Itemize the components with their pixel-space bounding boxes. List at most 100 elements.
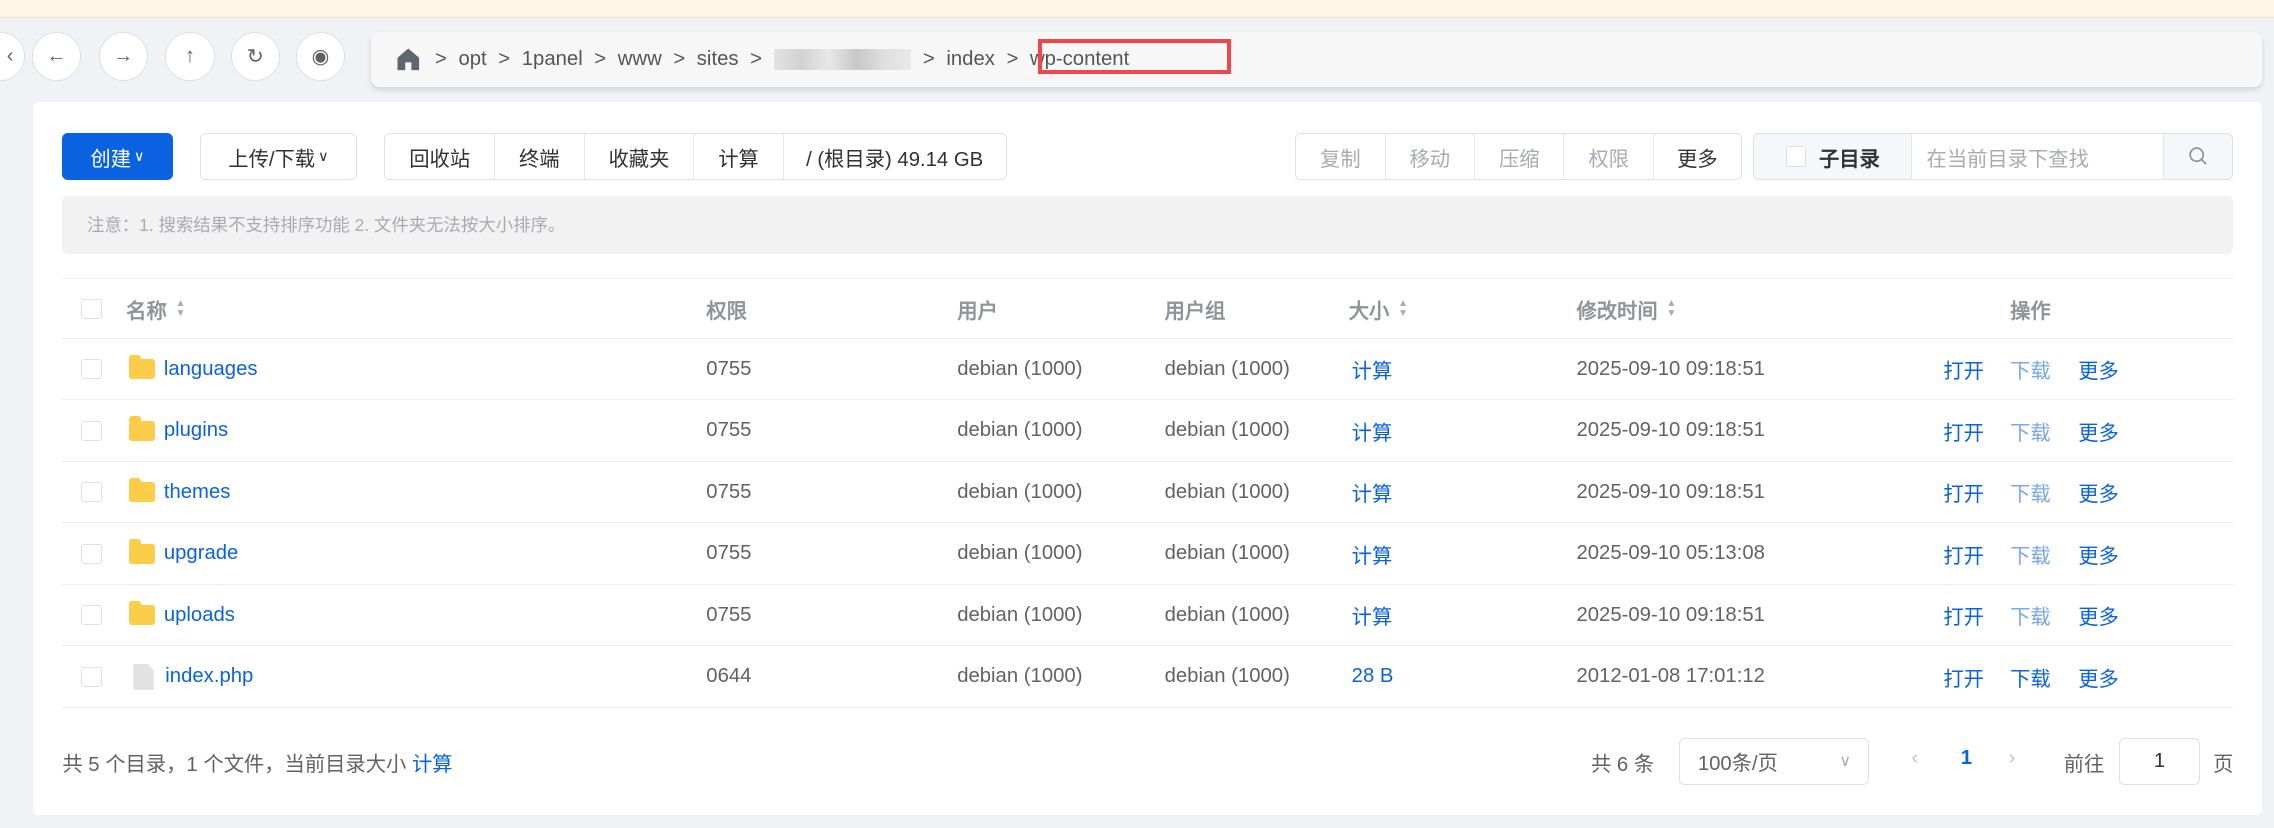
more-ops-button[interactable]: 更多 (2078, 647, 2119, 707)
download-button[interactable]: 下载 (2010, 585, 2051, 645)
recycle-bin-button[interactable]: 回收站 (385, 134, 496, 179)
file-name-link[interactable]: upgrade (164, 542, 239, 565)
create-button[interactable]: 创建 ∨ (62, 133, 173, 180)
forward-button[interactable]: → (98, 31, 148, 82)
move-button[interactable]: 移动 (1386, 134, 1476, 179)
breadcrumb-opt[interactable]: opt (458, 48, 486, 71)
download-button[interactable]: 下载 (2010, 524, 2051, 584)
more-ops-button[interactable]: 更多 (2078, 524, 2119, 584)
goto-page-input[interactable]: 1 (2118, 738, 2201, 785)
arrow-right-icon: → (113, 45, 134, 68)
header-mtime[interactable]: 修改时间 ▲ ▼ (1576, 279, 1676, 338)
permission-value[interactable]: 0755 (706, 339, 751, 399)
file-name-link[interactable]: plugins (164, 419, 228, 442)
more-ops-button[interactable]: 更多 (2078, 462, 2119, 522)
header-name[interactable]: 名称 ▲ ▼ (126, 279, 185, 338)
file-name-link[interactable]: themes (164, 481, 231, 504)
permission-button[interactable]: 权限 (1564, 134, 1654, 179)
calc-size-link[interactable]: 计算 (412, 754, 453, 776)
permission-value[interactable]: 0755 (706, 585, 751, 645)
up-button[interactable]: ↑ (165, 31, 215, 82)
user-value[interactable]: debian (1000) (957, 524, 1082, 584)
collapse-button[interactable]: ‹ (0, 31, 25, 82)
breadcrumb-1panel[interactable]: 1panel (522, 48, 583, 71)
file-name-link[interactable]: languages (164, 358, 258, 381)
breadcrumb-sites[interactable]: sites (697, 48, 739, 71)
user-value[interactable]: debian (1000) (957, 647, 1082, 707)
open-button[interactable]: 打开 (1943, 647, 1984, 707)
prev-page-button[interactable]: ‹ (1911, 747, 1918, 770)
folder-icon (129, 539, 156, 564)
more-ops-button[interactable]: 更多 (2078, 401, 2119, 461)
subdir-checkbox[interactable] (1785, 146, 1806, 167)
group-value[interactable]: debian (1000) (1165, 401, 1290, 461)
header-permission: 权限 (706, 300, 747, 323)
permission-value[interactable]: 0755 (706, 524, 751, 584)
size-value[interactable]: 计算 (1352, 401, 1393, 461)
more-ops-button[interactable]: 更多 (2078, 339, 2119, 399)
size-value[interactable]: 计算 (1352, 524, 1393, 584)
favorites-button[interactable]: 收藏夹 (585, 134, 695, 179)
download-button[interactable]: 下载 (2010, 401, 2051, 461)
more-ops-button[interactable]: 更多 (2078, 585, 2119, 645)
size-value[interactable]: 计算 (1352, 339, 1393, 399)
preview-button[interactable]: ◉ (295, 31, 346, 82)
page-1[interactable]: 1 (1961, 747, 1972, 770)
group-value[interactable]: debian (1000) (1165, 585, 1290, 645)
open-button[interactable]: 打开 (1943, 339, 1984, 399)
row-checkbox[interactable] (81, 420, 102, 441)
size-value[interactable]: 计算 (1352, 585, 1393, 645)
header-label: 名称 (126, 300, 167, 323)
search-group: 子目录 在当前目录下查找 (1753, 133, 2234, 180)
next-page-button[interactable]: › (2009, 747, 2016, 770)
file-name-link[interactable]: uploads (164, 604, 235, 627)
open-button[interactable]: 打开 (1943, 462, 1984, 522)
user-value[interactable]: debian (1000) (957, 585, 1082, 645)
root-size-button[interactable]: / (根目录) 49.14 GB (784, 134, 1006, 178)
open-button[interactable]: 打开 (1943, 401, 1984, 461)
more-button[interactable]: 更多 (1654, 134, 1741, 178)
breadcrumb-www[interactable]: www (618, 48, 662, 71)
copy-button[interactable]: 复制 (1296, 134, 1386, 179)
group-value[interactable]: debian (1000) (1165, 339, 1290, 399)
compress-button[interactable]: 压缩 (1475, 134, 1565, 179)
search-button[interactable] (2164, 134, 2233, 179)
download-button[interactable]: 下载 (2010, 647, 2051, 707)
blurred-site-name[interactable] (773, 49, 912, 70)
goto-label: 前往 (2063, 753, 2105, 776)
row-checkbox[interactable] (81, 605, 102, 626)
header-size[interactable]: 大小 ▲ ▼ (1349, 279, 1408, 338)
group-value[interactable]: debian (1000) (1165, 647, 1290, 707)
refresh-button[interactable]: ↻ (230, 31, 280, 82)
page-size-select[interactable]: 100条/页 ∨ (1679, 738, 1870, 785)
size-value[interactable]: 计算 (1352, 462, 1393, 522)
mtime-value: 2025-09-10 09:18:51 (1576, 419, 1765, 442)
row-checkbox[interactable] (81, 482, 102, 503)
row-checkbox[interactable] (81, 359, 102, 380)
select-all-checkbox[interactable] (81, 298, 102, 320)
file-name-link[interactable]: index.php (165, 665, 253, 688)
user-value[interactable]: debian (1000) (957, 401, 1082, 461)
permission-value[interactable]: 0755 (706, 462, 751, 522)
calculate-button[interactable]: 计算 (694, 134, 784, 179)
download-button[interactable]: 下载 (2010, 462, 2051, 522)
permission-value[interactable]: 0755 (706, 401, 751, 461)
breadcrumb-index[interactable]: index (946, 48, 995, 71)
open-button[interactable]: 打开 (1943, 585, 1984, 645)
home-icon[interactable] (396, 47, 421, 72)
upload-download-button[interactable]: 上传/下载 ∨ (200, 133, 357, 180)
row-checkbox[interactable] (81, 666, 102, 687)
permission-value[interactable]: 0644 (706, 647, 751, 707)
group-value[interactable]: debian (1000) (1165, 524, 1290, 584)
open-button[interactable]: 打开 (1943, 524, 1984, 584)
download-button[interactable]: 下载 (2010, 339, 2051, 399)
user-value[interactable]: debian (1000) (957, 462, 1082, 522)
user-value[interactable]: debian (1000) (957, 339, 1082, 399)
row-checkbox[interactable] (81, 543, 102, 564)
terminal-button[interactable]: 终端 (495, 134, 585, 179)
subdir-toggle[interactable]: 子目录 (1754, 134, 1913, 179)
search-input[interactable]: 在当前目录下查找 (1912, 134, 2165, 179)
name-cell: themes (129, 462, 230, 522)
back-button[interactable]: ← (31, 31, 82, 82)
group-value[interactable]: debian (1000) (1165, 462, 1290, 522)
